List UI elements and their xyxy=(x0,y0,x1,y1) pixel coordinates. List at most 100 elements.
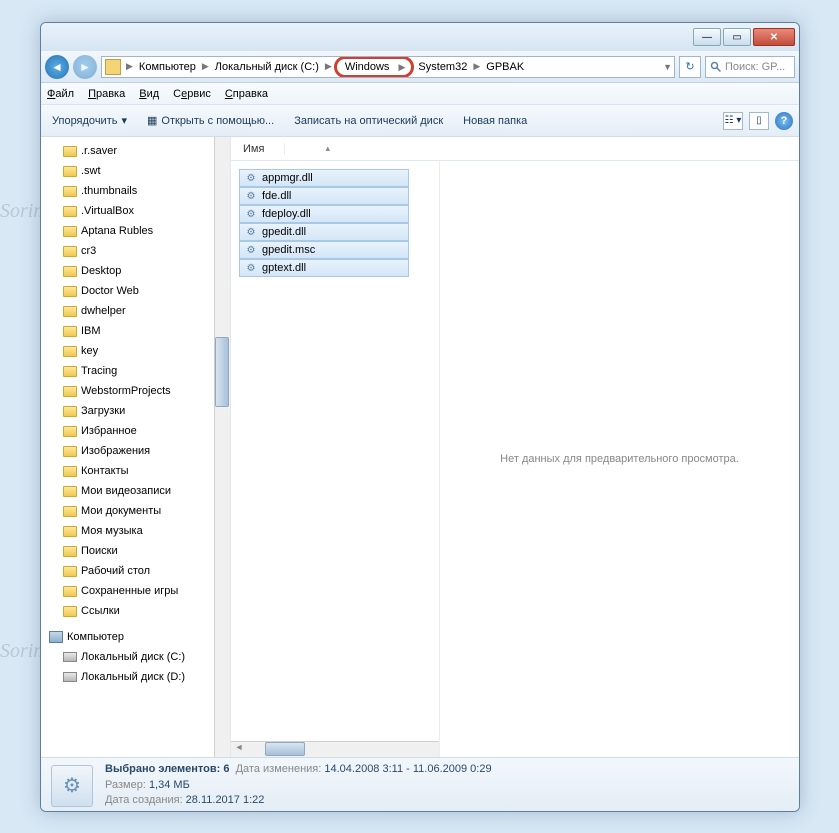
sort-indicator-icon: ▴ xyxy=(325,143,330,154)
file-icon: ⚙ xyxy=(244,225,258,239)
tree-item-label: Локальный диск (C:) xyxy=(81,651,185,663)
folder-icon xyxy=(63,426,77,437)
tree-item-label: Сохраненные игры xyxy=(81,585,178,597)
tree-item[interactable]: Рабочий стол xyxy=(41,561,230,581)
breadcrumb-segment[interactable]: System32 xyxy=(414,61,471,73)
tree-item-label: .r.saver xyxy=(81,145,117,157)
view-mode-button[interactable]: ☷ ▾ xyxy=(723,112,743,130)
tree-item[interactable]: Сохраненные игры xyxy=(41,581,230,601)
tree-item-label: Мои документы xyxy=(81,505,161,517)
sidebar: .r.saver .swt .thumbnails .VirtualBoxAptana… xyxy=(41,137,231,757)
toolbar: Упорядочить ▾ ▦ Открыть с помощью... Зап… xyxy=(41,105,799,137)
tree-item-label: Компьютер xyxy=(67,631,124,643)
help-button[interactable]: ? xyxy=(775,112,793,130)
tree-item[interactable]: Aptana Rubles xyxy=(41,221,230,241)
menu-edit[interactable]: Правка xyxy=(88,88,125,100)
tree-item-computer[interactable]: Компьютер xyxy=(41,627,230,647)
scrollbar-thumb[interactable] xyxy=(215,337,229,407)
tree-item-label: .thumbnails xyxy=(81,185,137,197)
scrollbar-vertical[interactable] xyxy=(214,137,230,757)
status-selected: Выбрано элементов: 6 xyxy=(105,763,229,775)
tree-item[interactable]: .VirtualBox xyxy=(41,201,230,221)
file-name: gptext.dll xyxy=(262,262,306,274)
burn-button[interactable]: Записать на оптический диск xyxy=(289,112,448,130)
file-item[interactable]: ⚙gpedit.msc xyxy=(239,241,409,259)
tree-item[interactable]: cr3 xyxy=(41,241,230,261)
tree-item[interactable]: .r.saver xyxy=(41,141,230,161)
tree-item[interactable]: .thumbnails xyxy=(41,181,230,201)
breadcrumb-segment[interactable]: Компьютер xyxy=(135,61,200,73)
tree-item[interactable]: Контакты xyxy=(41,461,230,481)
tree-item[interactable]: Doctor Web xyxy=(41,281,230,301)
tree-item-label: Контакты xyxy=(81,465,129,477)
tree-item[interactable]: Поиски xyxy=(41,541,230,561)
file-item[interactable]: ⚙gptext.dll xyxy=(239,259,409,277)
tree-item[interactable]: Загрузки xyxy=(41,401,230,421)
tree-item[interactable]: Ссылки xyxy=(41,601,230,621)
close-button[interactable]: ✕ xyxy=(753,28,795,46)
breadcrumb-segment[interactable]: Локальный диск (C:) xyxy=(211,61,323,73)
chevron-right-icon[interactable]: ▶ xyxy=(397,62,408,72)
tree-item-label: Tracing xyxy=(81,365,117,377)
file-icon: ⚙ xyxy=(244,207,258,221)
file-item[interactable]: ⚙ gpedit.dll xyxy=(239,223,409,241)
breadcrumb-segment[interactable]: GPBAK xyxy=(482,61,528,73)
column-name[interactable]: Имя xyxy=(239,143,285,155)
new-folder-button[interactable]: Новая папка xyxy=(458,112,532,130)
chevron-down-icon[interactable]: ▼ xyxy=(661,62,674,72)
tree-item-label: Локальный диск (D:) xyxy=(81,671,185,683)
chevron-right-icon[interactable]: ▶ xyxy=(200,61,211,72)
open-with-button[interactable]: ▦ Открыть с помощью... xyxy=(142,111,279,130)
folder-icon xyxy=(63,506,77,517)
chevron-right-icon[interactable]: ▶ xyxy=(124,61,135,72)
scrollbar-thumb[interactable] xyxy=(265,742,305,756)
file-icon: ⚙ xyxy=(244,189,258,203)
highlight-annotation: Windows ▶ xyxy=(334,56,415,78)
tree-item[interactable]: Мои видеозаписи xyxy=(41,481,230,501)
back-button[interactable]: ◄ xyxy=(45,55,69,79)
forward-button[interactable]: ► xyxy=(73,55,97,79)
tree-item[interactable]: Изображения xyxy=(41,441,230,461)
preview-pane-button[interactable]: ▯ xyxy=(749,112,769,130)
folder-tree: .r.saver .swt .thumbnails .VirtualBoxAptana… xyxy=(41,137,230,691)
view-controls: ☷ ▾ ▯ ? xyxy=(723,112,793,130)
tree-item[interactable]: WebstormProjects xyxy=(41,381,230,401)
tree-item-label: Ссылки xyxy=(81,605,120,617)
tree-item[interactable]: Избранное xyxy=(41,421,230,441)
menu-help[interactable]: Справка xyxy=(225,88,268,100)
scrollbar-horizontal[interactable]: ◄ xyxy=(231,741,439,757)
tree-item[interactable]: IBM xyxy=(41,321,230,341)
tree-item-label: Избранное xyxy=(81,425,137,437)
tree-item[interactable]: dwhelper xyxy=(41,301,230,321)
file-item[interactable]: ⚙fdeploy.dll xyxy=(239,205,409,223)
file-name: gpedit.dll xyxy=(262,226,306,238)
file-icon: ⚙ xyxy=(244,171,258,185)
tree-item[interactable]: Tracing xyxy=(41,361,230,381)
tree-item-drive[interactable]: Локальный диск (D:) xyxy=(41,667,230,687)
menu-view[interactable]: Вид xyxy=(139,88,159,100)
minimize-button[interactable]: — xyxy=(693,28,721,46)
tree-item-drive[interactable]: Локальный диск (C:) xyxy=(41,647,230,667)
breadcrumb[interactable]: ▶ Компьютер ▶ Локальный диск (C:) ▶ Wind… xyxy=(101,56,675,78)
file-item[interactable]: ⚙appmgr.dll xyxy=(239,169,409,187)
drive-icon xyxy=(63,672,77,682)
tree-item-label: Мои видеозаписи xyxy=(81,485,171,497)
search-input[interactable]: Поиск: GP... xyxy=(705,56,795,78)
chevron-right-icon[interactable]: ▶ xyxy=(323,61,334,72)
maximize-button[interactable]: ▭ xyxy=(723,28,751,46)
file-icon: ⚙ xyxy=(244,243,258,257)
folder-icon xyxy=(63,446,77,457)
chevron-right-icon[interactable]: ▶ xyxy=(471,61,482,72)
tree-item-label: Моя музыка xyxy=(81,525,143,537)
tree-item[interactable]: .swt xyxy=(41,161,230,181)
file-item[interactable]: ⚙fde.dll xyxy=(239,187,409,205)
tree-item[interactable]: Desktop xyxy=(41,261,230,281)
tree-item[interactable]: Мои документы xyxy=(41,501,230,521)
breadcrumb-segment[interactable]: Windows xyxy=(341,61,394,73)
refresh-button[interactable]: ↻ xyxy=(679,56,701,78)
menu-tools[interactable]: Сервис xyxy=(173,88,211,100)
organize-button[interactable]: Упорядочить ▾ xyxy=(47,111,132,130)
menu-file[interactable]: Файл xyxy=(47,88,74,100)
tree-item[interactable]: key xyxy=(41,341,230,361)
tree-item[interactable]: Моя музыка xyxy=(41,521,230,541)
